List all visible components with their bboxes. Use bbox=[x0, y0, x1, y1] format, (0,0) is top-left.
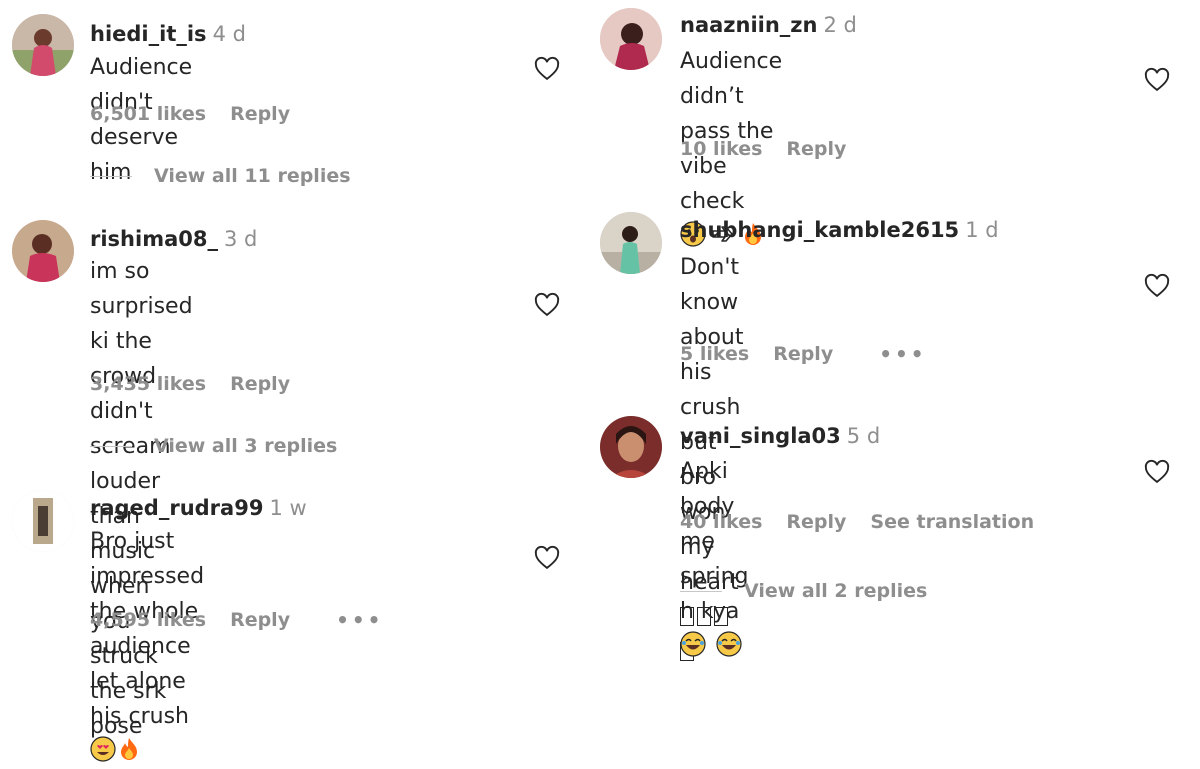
username[interactable]: vani_singla03 bbox=[680, 424, 841, 448]
username[interactable]: raged_rudra99 bbox=[90, 496, 263, 520]
username[interactable]: rishima08_ bbox=[90, 227, 218, 251]
laughing-tears-emoji-icon bbox=[716, 631, 742, 657]
view-replies-label: View all 3 replies bbox=[154, 435, 338, 457]
comment-text-line: im so surprised ki the crowd didn't bbox=[90, 259, 193, 424]
comment-text-line: audience let alone his crush bbox=[90, 629, 204, 769]
likes-count[interactable]: 6,501 likes bbox=[90, 102, 206, 126]
likes-count[interactable]: 4,595 likes bbox=[90, 608, 206, 632]
avatar[interactable] bbox=[600, 416, 662, 478]
heart-eyes-emoji-icon bbox=[90, 736, 116, 762]
heart-outline-icon[interactable] bbox=[532, 544, 562, 572]
heart-outline-icon[interactable] bbox=[532, 55, 562, 83]
heart-outline-icon[interactable] bbox=[1142, 272, 1172, 300]
fire-emoji-icon bbox=[121, 738, 137, 760]
likes-count[interactable]: 40 likes bbox=[680, 510, 762, 534]
avatar[interactable] bbox=[600, 212, 662, 274]
more-options-icon[interactable]: ••• bbox=[879, 342, 926, 366]
view-replies-label: View all 11 replies bbox=[154, 165, 351, 187]
timestamp[interactable]: 5 d bbox=[847, 424, 880, 448]
reply-button[interactable]: Reply bbox=[773, 342, 833, 366]
timestamp[interactable]: 1 d bbox=[965, 218, 998, 242]
timestamp[interactable]: 3 d bbox=[224, 227, 257, 251]
reply-button[interactable]: Reply bbox=[786, 510, 846, 534]
likes-count[interactable]: 3,435 likes bbox=[90, 372, 206, 396]
avatar[interactable] bbox=[12, 14, 74, 76]
comment-text-segment: audience let alone his crush bbox=[90, 634, 191, 729]
heart-outline-icon[interactable] bbox=[532, 291, 562, 319]
avatar[interactable] bbox=[12, 220, 74, 282]
see-translation-button[interactable]: See translation bbox=[870, 510, 1034, 534]
reply-button[interactable]: Reply bbox=[230, 102, 290, 126]
more-options-icon[interactable]: ••• bbox=[336, 608, 383, 632]
view-replies-button[interactable]: View all 2 replies bbox=[680, 579, 927, 603]
reply-button[interactable]: Reply bbox=[786, 137, 846, 161]
view-replies-button[interactable]: View all 11 replies bbox=[90, 164, 351, 188]
username[interactable]: hiedi_it_is bbox=[90, 22, 207, 46]
reply-button[interactable]: Reply bbox=[230, 372, 290, 396]
reply-button[interactable]: Reply bbox=[230, 608, 290, 632]
heart-outline-icon[interactable] bbox=[1142, 66, 1172, 94]
divider bbox=[680, 590, 722, 592]
likes-count[interactable]: 5 likes bbox=[680, 342, 749, 366]
username[interactable]: naazniin_zn bbox=[680, 13, 817, 37]
avatar[interactable] bbox=[600, 8, 662, 70]
view-replies-button[interactable]: View all 3 replies bbox=[90, 434, 337, 458]
divider bbox=[90, 175, 132, 177]
heart-outline-icon[interactable] bbox=[1142, 458, 1172, 486]
avatar[interactable] bbox=[12, 490, 74, 552]
view-replies-label: View all 2 replies bbox=[744, 580, 928, 602]
laughing-tears-emoji-icon bbox=[680, 631, 706, 657]
divider bbox=[90, 445, 132, 447]
timestamp[interactable]: 4 d bbox=[213, 22, 246, 46]
likes-count[interactable]: 10 likes bbox=[680, 137, 762, 161]
username[interactable]: shubhangi_kamble2615 bbox=[680, 218, 959, 242]
comment-text-line: Audience didn’t pass the vibe check bbox=[680, 49, 783, 214]
timestamp[interactable]: 1 w bbox=[269, 496, 306, 520]
comment-text-line: Apki body me spring h kya bbox=[680, 454, 749, 664]
timestamp[interactable]: 2 d bbox=[823, 13, 856, 37]
